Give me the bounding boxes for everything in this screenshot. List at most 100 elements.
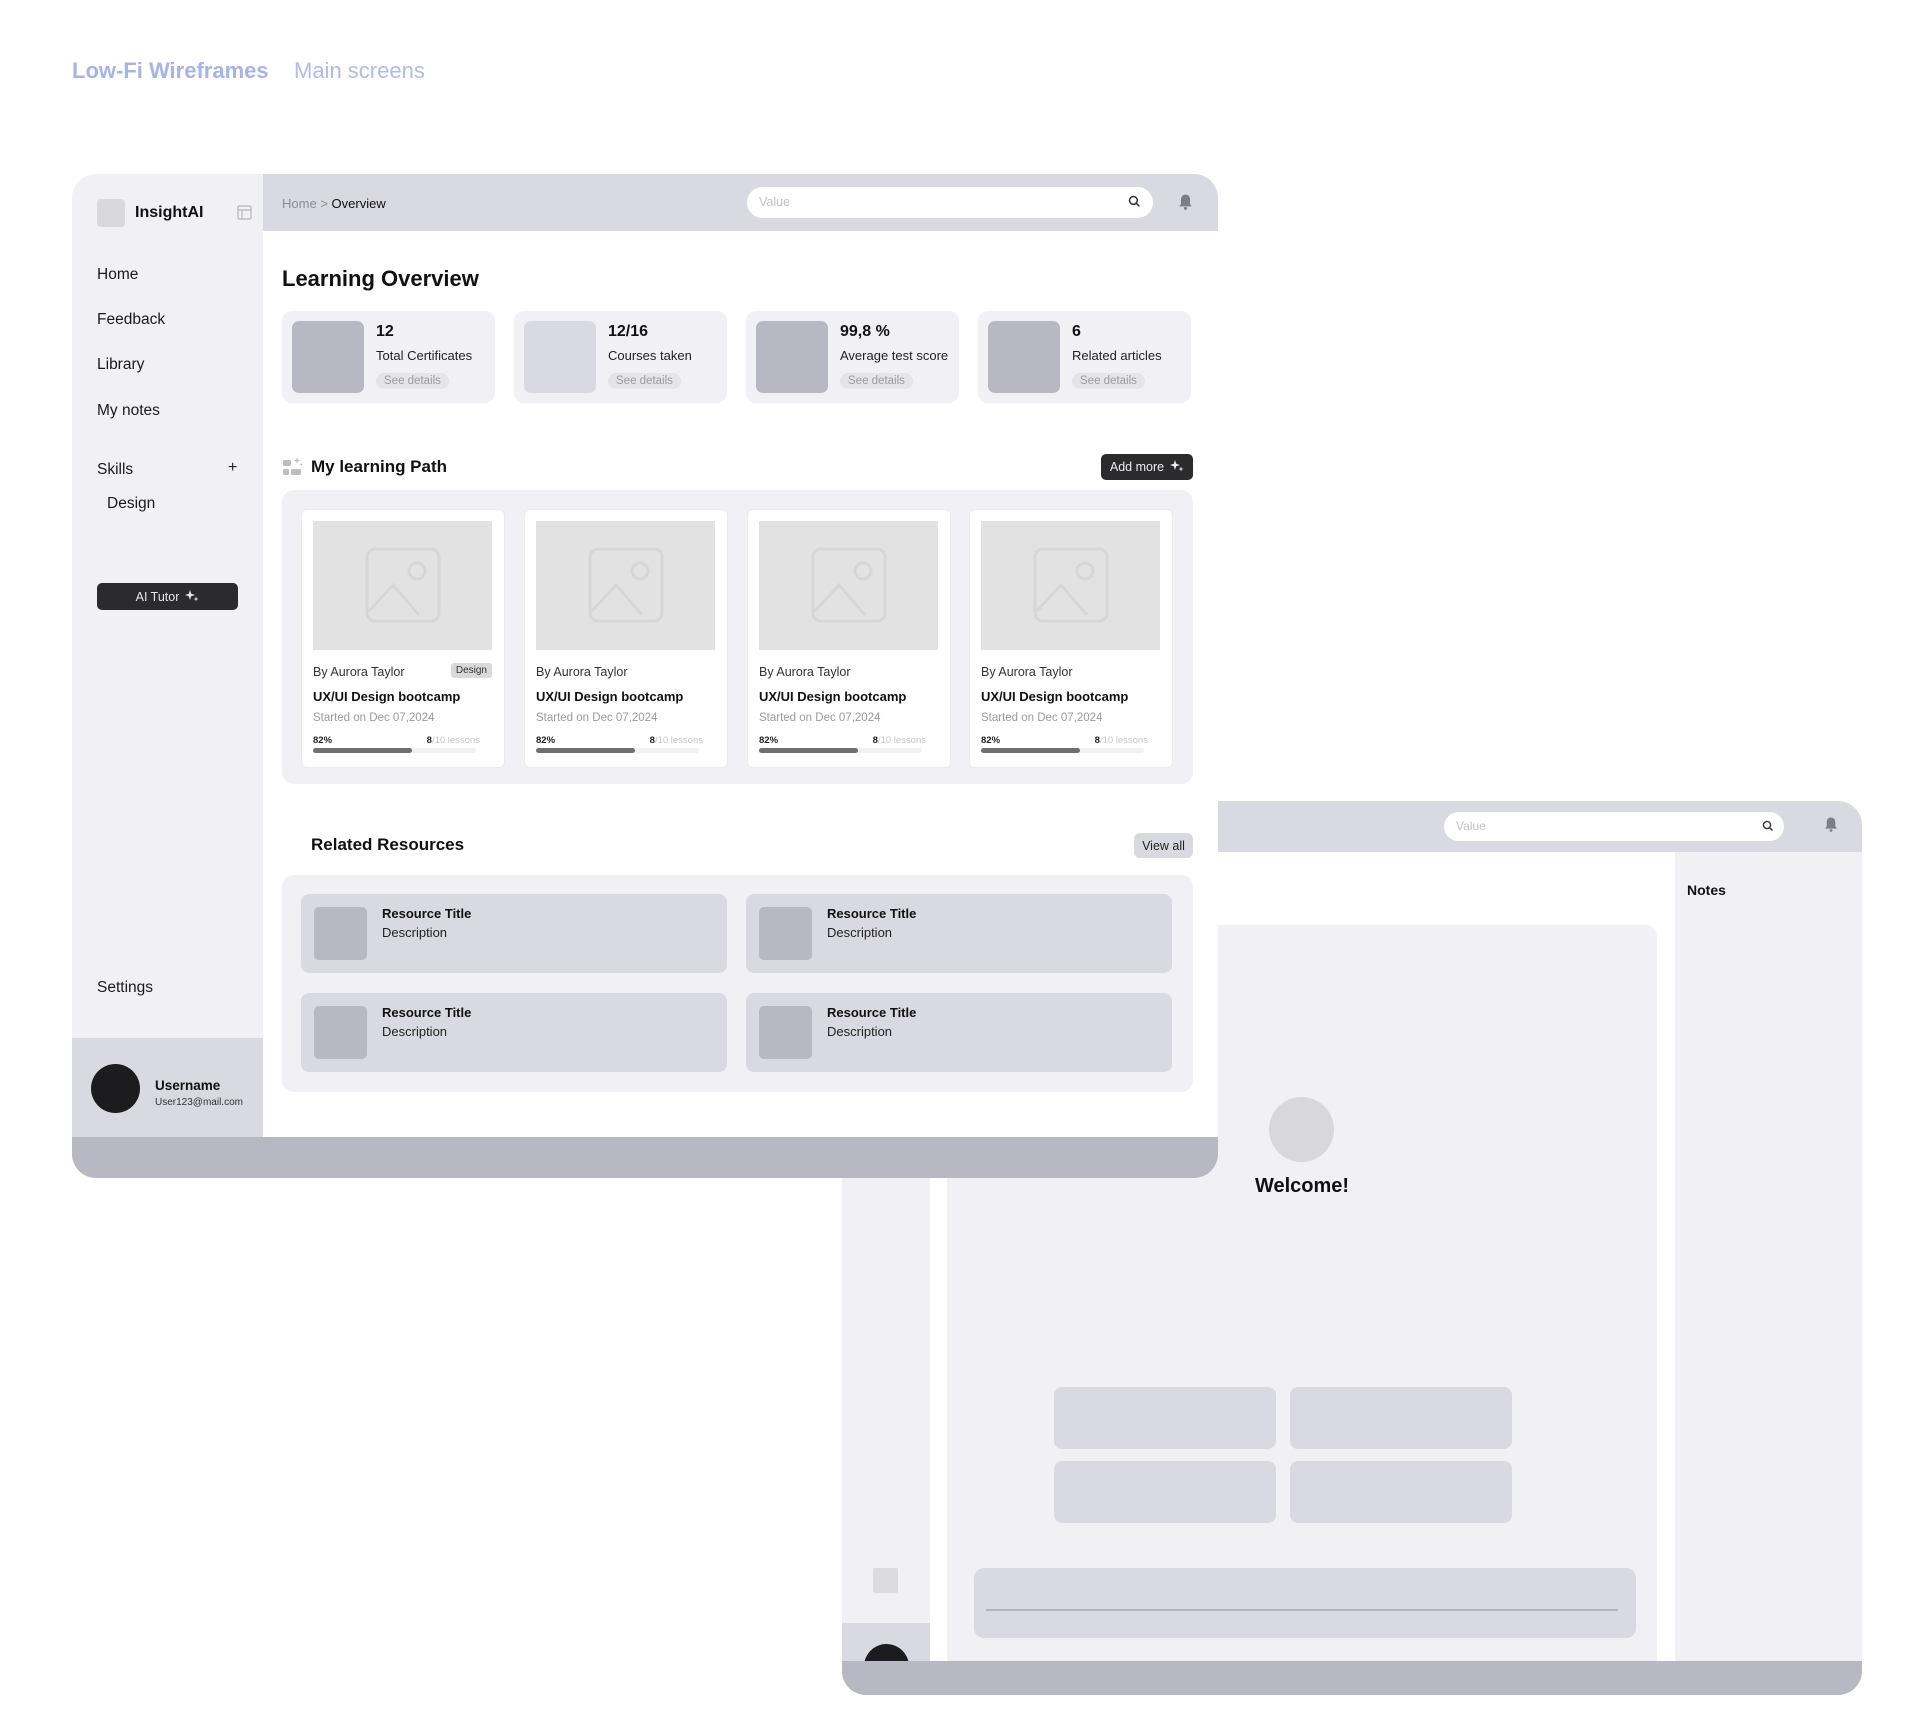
- stat-card-certificates: 12 Total Certificates See details: [282, 311, 495, 403]
- course-lessons: 8/10 lessons: [427, 735, 480, 746]
- view-all-button[interactable]: View all: [1134, 833, 1193, 858]
- overview-screen-window: InsightAI Home Feedback Library My notes…: [72, 174, 1218, 1178]
- user-email: User123@mail.com: [155, 1097, 243, 1108]
- course-percent: 82%: [759, 735, 779, 746]
- sidebar-item-my-notes[interactable]: My notes: [97, 402, 160, 420]
- resource-card[interactable]: Resource Title Description: [301, 993, 727, 1072]
- sidebar-item-design[interactable]: Design: [107, 495, 155, 513]
- stat-card-articles: 6 Related articles See details: [978, 311, 1191, 403]
- stat-card-courses: 12/16 Courses taken See details: [514, 311, 727, 403]
- lessons-total: /10 lessons: [654, 735, 703, 746]
- stat-label: Total Certificates: [376, 348, 473, 363]
- progress-track: [759, 748, 922, 753]
- search-placeholder: Value: [1456, 819, 1486, 833]
- suggestion-tile[interactable]: [1054, 1461, 1276, 1523]
- course-author: By Aurora Taylor: [536, 665, 628, 679]
- search-icon[interactable]: [1762, 819, 1774, 837]
- ai-tutor-button[interactable]: AI Tutor: [97, 583, 238, 610]
- resource-card[interactable]: Resource Title Description: [746, 993, 1172, 1072]
- resource-description: Description: [382, 1024, 448, 1039]
- suggestion-tile[interactable]: [1290, 1387, 1512, 1449]
- stat-thumbnail: [524, 321, 596, 393]
- course-start-date: Started on Dec 07,2024: [981, 712, 1103, 724]
- see-details-button[interactable]: See details: [1072, 373, 1145, 389]
- notes-title: Notes: [1687, 882, 1726, 898]
- username: Username: [155, 1078, 221, 1093]
- resource-description: Description: [827, 925, 893, 940]
- suggestion-tile[interactable]: [1290, 1461, 1512, 1523]
- resource-card[interactable]: Resource Title Description: [746, 894, 1172, 973]
- sidebar-item-settings[interactable]: Settings: [97, 979, 153, 997]
- course-card[interactable]: By Aurora Taylor UX/UI Design bootcamp Sta…: [747, 509, 951, 768]
- stat-card-test-score: 99,8 % Average test score See details: [746, 311, 959, 403]
- course-tag[interactable]: Design: [450, 663, 492, 678]
- resource-card[interactable]: Resource Title Description: [301, 894, 727, 973]
- lessons-total: /10 lessons: [1099, 735, 1148, 746]
- sidebar: InsightAI Home Feedback Library My notes…: [72, 174, 263, 1137]
- learning-path-icon: [282, 456, 304, 483]
- course-author: By Aurora Taylor: [981, 665, 1073, 679]
- stat-value: 12: [376, 323, 394, 340]
- page-title: Learning Overview: [282, 266, 479, 291]
- app-name: InsightAI: [135, 204, 204, 221]
- course-title: UX/UI Design bootcamp: [981, 689, 1129, 704]
- ai-tutor-label: AI Tutor: [135, 589, 180, 604]
- user-profile[interactable]: Username User123@mail.com: [72, 1038, 263, 1137]
- notes-panel: Notes: [1675, 852, 1862, 1661]
- stat-thumbnail: [756, 321, 828, 393]
- see-details-button[interactable]: See details: [840, 373, 913, 389]
- sidebar-placeholder-icon[interactable]: [873, 1568, 898, 1593]
- sidebar-item-home[interactable]: Home: [97, 266, 138, 284]
- sparkle-icon: [185, 589, 199, 605]
- avatar: [91, 1064, 140, 1113]
- resource-description: Description: [382, 925, 448, 940]
- lessons-total: /10 lessons: [431, 735, 480, 746]
- course-card[interactable]: By Aurora Taylor Design UX/UI Design bootc…: [301, 509, 505, 768]
- progress-track: [313, 748, 476, 753]
- chat-input[interactable]: [974, 1568, 1636, 1638]
- sidebar-item-feedback[interactable]: Feedback: [97, 311, 165, 329]
- add-skill-button[interactable]: +: [228, 459, 237, 477]
- image-placeholder-icon: [811, 547, 887, 623]
- tutor-footer: [842, 1661, 1862, 1695]
- page-subheading: Main screens: [294, 58, 425, 83]
- course-card[interactable]: By Aurora Taylor UX/UI Design bootcamp Sta…: [969, 509, 1173, 768]
- add-more-button[interactable]: Add more: [1101, 454, 1193, 480]
- course-thumbnail: [759, 521, 938, 650]
- course-card[interactable]: By Aurora Taylor UX/UI Design bootcamp Sta…: [524, 509, 728, 768]
- tutor-search-input[interactable]: Value: [1444, 812, 1784, 841]
- add-more-label: Add more: [1109, 460, 1165, 474]
- course-author: By Aurora Taylor: [759, 665, 851, 679]
- see-details-button[interactable]: See details: [376, 373, 449, 389]
- search-input[interactable]: Value: [747, 187, 1153, 218]
- stat-value: 6: [1072, 323, 1081, 340]
- sidebar-skills-label: Skills: [97, 461, 134, 478]
- resource-thumbnail: [314, 907, 367, 960]
- resource-description: Description: [827, 1024, 893, 1039]
- course-thumbnail: [981, 521, 1160, 650]
- see-details-button[interactable]: See details: [608, 373, 681, 389]
- progress-fill: [759, 748, 859, 753]
- sidebar-item-library[interactable]: Library: [97, 356, 144, 374]
- course-lessons: 8/10 lessons: [873, 735, 926, 746]
- search-icon[interactable]: [1128, 195, 1141, 213]
- course-percent: 82%: [536, 735, 556, 746]
- course-percent: 82%: [313, 735, 333, 746]
- assistant-avatar: [1269, 1097, 1334, 1162]
- course-percent: 82%: [981, 735, 1001, 746]
- resource-title: Resource Title: [382, 1005, 472, 1020]
- bell-icon[interactable]: [1178, 193, 1193, 216]
- resource-thumbnail: [759, 907, 812, 960]
- suggestion-tile[interactable]: [1054, 1387, 1276, 1449]
- learning-path-title: My learning Path: [311, 457, 448, 476]
- sidebar-layout-icon[interactable]: [237, 205, 252, 225]
- stat-label: Related articles: [1072, 348, 1162, 363]
- progress-fill: [536, 748, 636, 753]
- stat-value: 12/16: [608, 323, 649, 340]
- course-lessons: 8/10 lessons: [650, 735, 703, 746]
- resources-panel: Resource Title Description Resource Titl…: [282, 875, 1193, 1092]
- breadcrumb-home[interactable]: Home: [282, 196, 317, 211]
- bell-icon[interactable]: [1824, 816, 1838, 838]
- breadcrumb: Home > Overview: [282, 196, 386, 211]
- stat-value: 99,8 %: [840, 323, 890, 340]
